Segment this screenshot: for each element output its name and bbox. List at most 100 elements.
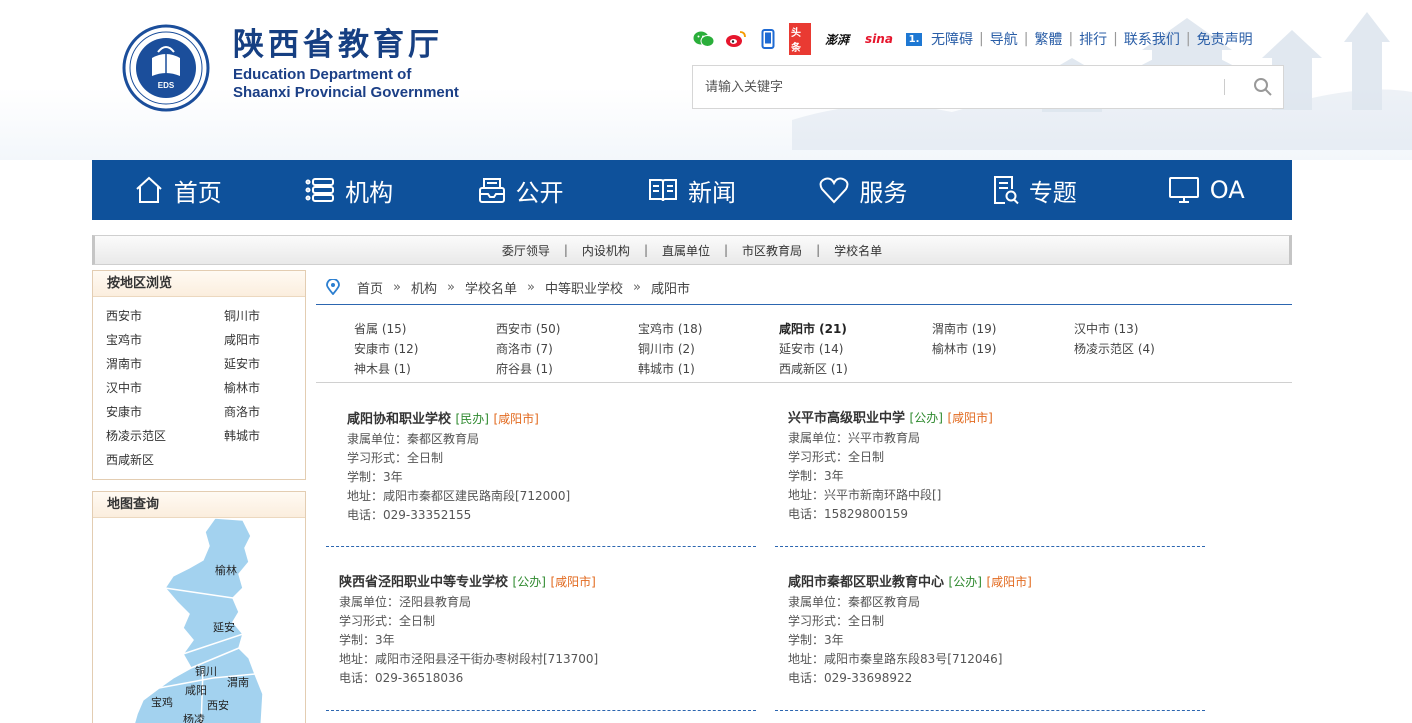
region-link[interactable]: 铜川市 [224, 307, 304, 326]
search-icon [1254, 78, 1272, 96]
nav-public[interactable]: 公开 [435, 160, 606, 220]
nav-institutions[interactable]: 机构 [263, 160, 434, 220]
ministry-emblem-icon[interactable]: EDS [122, 24, 210, 112]
region-link[interactable]: 延安市 [224, 355, 304, 374]
city-filter[interactable]: 安康市 (12) [354, 340, 418, 357]
site-title-en: Education Department of Shaanxi Provinci… [233, 66, 459, 102]
school-name[interactable]: 咸阳市秦都区职业教育中心 [788, 575, 944, 590]
nav-oa[interactable]: OA [1121, 160, 1292, 220]
city-filter[interactable]: 渭南市 (19) [932, 320, 996, 337]
region-browse-panel: 按地区浏览 西安市 铜川市 宝鸡市 咸阳市 渭南市 延安市 汉中市 榆林市 安康… [92, 270, 306, 480]
subnav-item-departments[interactable]: 内设机构 [582, 242, 630, 259]
breadcrumb-separator: » [526, 279, 535, 295]
school-name-row: 陕西省泾阳职业中等专业学校 [公办] [咸阳市] [339, 572, 769, 593]
school-study-form: 学习形式：全日制 [788, 450, 885, 464]
city-filter[interactable]: 府谷县 (1) [496, 360, 553, 377]
search-input[interactable] [693, 66, 1224, 108]
sitemap-link[interactable]: 导航 [990, 29, 1018, 49]
doc-search-icon [993, 176, 1019, 205]
school-name[interactable]: 咸阳协和职业学校 [347, 412, 451, 427]
city-filter-active[interactable]: 咸阳市 (21) [779, 320, 847, 337]
breadcrumb-separator: » [632, 279, 641, 295]
city-filter[interactable]: 杨凌示范区 (4) [1074, 340, 1155, 357]
card-divider [775, 546, 1205, 547]
region-link[interactable]: 安康市 [106, 403, 224, 422]
nav-label: 服务 [859, 178, 908, 207]
shaanxi-map[interactable]: 榆林 延安 铜川 渭南 咸阳 宝鸡 西安 杨凌 [93, 518, 305, 723]
school-type-tag: [民办] [455, 412, 489, 426]
toutiao-icon[interactable]: 头条 [789, 23, 811, 55]
region-link[interactable]: 渭南市 [106, 355, 224, 374]
school-name[interactable]: 陕西省泾阳职业中等专业学校 [339, 575, 508, 590]
nav-label: 首页 [173, 178, 222, 207]
traditional-chinese-link[interactable]: 繁體 [1034, 29, 1062, 49]
school-study-form: 学习形式：全日制 [339, 614, 436, 628]
accessibility-link[interactable]: 无障碍 [931, 29, 973, 49]
sina-icon[interactable]: sina [863, 29, 895, 49]
region-link[interactable]: 商洛市 [224, 403, 304, 422]
contact-link[interactable]: 联系我们 [1124, 29, 1180, 49]
city-filter[interactable]: 榆林市 (19) [932, 340, 996, 357]
nav-services[interactable]: 服务 [778, 160, 949, 220]
top-text-links: 无障碍 | 导航 | 繁體 | 排行 | 联系我们 | 免责声明 [931, 29, 1253, 49]
region-link[interactable]: 咸阳市 [224, 331, 304, 350]
wechat-icon[interactable] [693, 29, 715, 49]
search-button[interactable] [1243, 66, 1283, 108]
nav-label: 公开 [515, 178, 564, 207]
region-link[interactable]: 汉中市 [106, 379, 224, 398]
region-link[interactable]: 杨凌示范区 [106, 427, 224, 446]
city-filter[interactable]: 西安市 (50) [496, 320, 560, 337]
location-pin-icon [326, 279, 340, 295]
city-filter[interactable]: 汉中市 (13) [1074, 320, 1138, 337]
region-link[interactable]: 韩城市 [224, 427, 304, 446]
map-label-baoji: 宝鸡 [151, 695, 173, 709]
region-link[interactable]: 西安市 [106, 307, 224, 326]
school-type-tag: [公办] [948, 575, 982, 589]
school-duration: 学制：3年 [347, 470, 403, 484]
school-city-tag: [咸阳市] [493, 412, 539, 426]
separator: | [563, 243, 568, 257]
nav-home[interactable]: 首页 [92, 160, 263, 220]
breadcrumb-home[interactable]: 首页 [357, 278, 383, 297]
city-filter[interactable]: 宝鸡市 (18) [638, 320, 702, 337]
top-links-bar: 头条 澎湃 sina 1. 无障碍 | 导航 | 繁體 | 排行 | 联系我们 … [693, 23, 1253, 55]
breadcrumb-vocational[interactable]: 中等职业学校 [545, 278, 623, 297]
yidian-icon[interactable]: 1. [905, 29, 923, 49]
nav-topics[interactable]: 专题 [949, 160, 1120, 220]
school-duration: 学制：3年 [788, 469, 844, 483]
separator: | [1185, 31, 1191, 47]
search-divider [1224, 79, 1225, 95]
school-city-tag: [咸阳市] [986, 575, 1032, 589]
ranking-link[interactable]: 排行 [1079, 29, 1107, 49]
site-title-en-line1: Education Department of [233, 66, 412, 83]
city-filter[interactable]: 韩城市 (1) [638, 360, 695, 377]
city-filter-list: 省属 (15) 西安市 (50) 宝鸡市 (18) 咸阳市 (21) 渭南市 (… [316, 316, 1292, 383]
school-name-row: 咸阳市秦都区职业教育中心 [公办] [咸阳市] [788, 572, 1218, 593]
disclaimer-link[interactable]: 免责声明 [1197, 29, 1253, 49]
site-title-cn[interactable]: 陕西省教育厅 [233, 26, 443, 64]
city-filter[interactable]: 铜川市 (2) [638, 340, 695, 357]
subnav-item-leaders[interactable]: 委厅领导 [502, 242, 550, 259]
mobile-icon[interactable] [757, 29, 779, 49]
region-link[interactable]: 榆林市 [224, 379, 304, 398]
region-list: 西安市 铜川市 宝鸡市 咸阳市 渭南市 延安市 汉中市 榆林市 安康市 商洛市 … [93, 297, 305, 470]
card-divider [326, 546, 756, 547]
subnav-item-bureaus[interactable]: 市区教育局 [742, 242, 802, 259]
weibo-icon[interactable] [725, 29, 747, 49]
city-filter[interactable]: 商洛市 (7) [496, 340, 553, 357]
region-link[interactable]: 宝鸡市 [106, 331, 224, 350]
school-type-tag: [公办] [512, 575, 546, 589]
school-address: 地址：兴平市新南环路中段[] [788, 488, 942, 502]
city-filter[interactable]: 西咸新区 (1) [779, 360, 848, 377]
school-name[interactable]: 兴平市高级职业中学 [788, 411, 905, 426]
city-filter[interactable]: 延安市 (14) [779, 340, 843, 357]
subnav-item-schools[interactable]: 学校名单 [834, 242, 882, 259]
subnav-item-affiliates[interactable]: 直属单位 [662, 242, 710, 259]
city-filter[interactable]: 省属 (15) [354, 320, 406, 337]
breadcrumb-school-list[interactable]: 学校名单 [465, 278, 517, 297]
region-link[interactable]: 西咸新区 [106, 451, 224, 470]
nav-news[interactable]: 新闻 [606, 160, 777, 220]
breadcrumb-institutions[interactable]: 机构 [411, 278, 437, 297]
city-filter[interactable]: 神木县 (1) [354, 360, 411, 377]
pengpai-icon[interactable]: 澎湃 [821, 29, 853, 49]
